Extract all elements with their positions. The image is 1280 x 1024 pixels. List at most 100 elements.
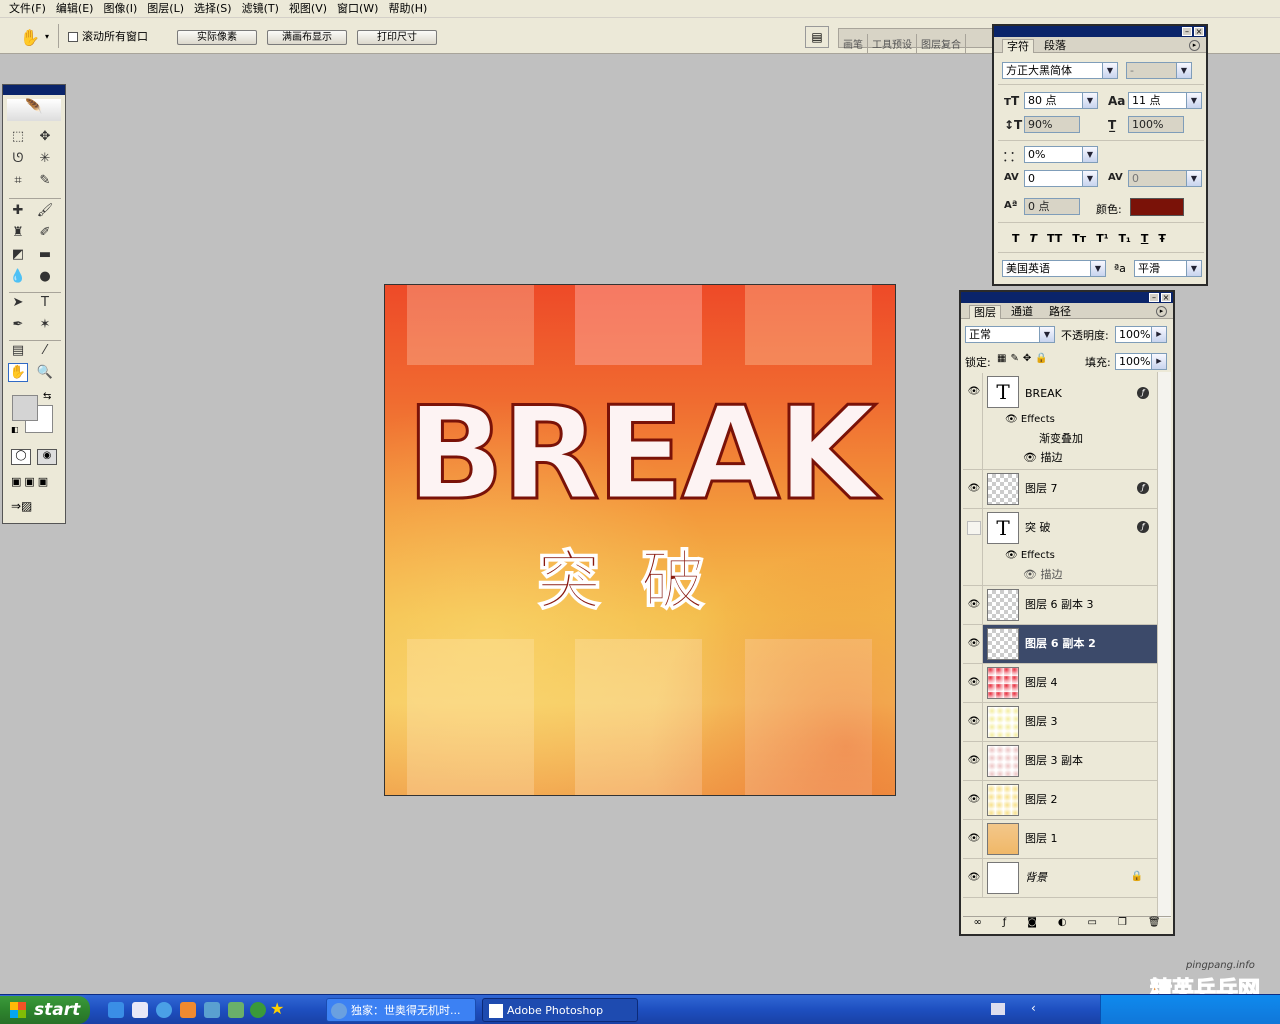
menu-view[interactable]: 视图(V) [284, 0, 332, 18]
eye-icon[interactable]: 👁 [1023, 451, 1037, 464]
panel-menu-icon[interactable]: ▸ [1156, 306, 1167, 317]
visibility-cell[interactable]: 👁 [963, 742, 983, 780]
superscript-button[interactable]: T¹ [1096, 232, 1108, 245]
layer-row-break[interactable]: 👁 T BREAK ƒ 👁 Effects 渐变叠加 👁 描边 [963, 373, 1157, 470]
chevron-down-icon[interactable]: ▼ [1186, 261, 1201, 276]
layer-row-layer3[interactable]: 👁 图层 3 [963, 703, 1157, 742]
menu-select[interactable]: 选择(S) [189, 0, 237, 18]
quicklaunch-ie-icon[interactable] [108, 1002, 124, 1018]
tab-layers[interactable]: 图层 [969, 305, 1001, 319]
pen-tool-icon[interactable]: ✒ [8, 315, 28, 334]
faux-italic-button[interactable]: T [1030, 232, 1038, 245]
kerning-input[interactable]: 0 ▼ [1024, 170, 1098, 187]
clone-stamp-tool-icon[interactable]: ♜ [8, 223, 28, 242]
visibility-cell[interactable]: 👁 [963, 625, 983, 663]
eyedropper-tool-icon[interactable]: ⁄ [35, 341, 55, 360]
lasso-tool-icon[interactable]: ᘎ [8, 149, 28, 168]
chevron-down-icon[interactable]: ▼ [1090, 261, 1105, 276]
print-size-button[interactable]: 打印尺寸 [357, 30, 437, 45]
layer-row-layer7[interactable]: 👁 图层 7 ƒ [963, 470, 1157, 509]
visibility-cell[interactable]: 👁 [963, 703, 983, 741]
foreground-color-swatch[interactable] [12, 395, 38, 421]
slice-tool-icon[interactable]: ✎ [35, 171, 55, 190]
move-tool-icon[interactable]: ✥ [35, 127, 55, 146]
strikethrough-button[interactable]: Ŧ [1158, 232, 1166, 245]
quicklaunch-save-icon[interactable] [204, 1002, 220, 1018]
menu-image[interactable]: 图像(I) [98, 0, 142, 18]
antialias-select[interactable]: 平滑 ▼ [1134, 260, 1202, 277]
fx-icon[interactable]: ƒ [1137, 521, 1149, 533]
fit-screen-button[interactable]: 满画布显示 [267, 30, 347, 45]
chevron-down-icon[interactable]: ▼ [1082, 93, 1097, 108]
chevron-down-icon[interactable]: ▼ [1039, 327, 1054, 342]
fx-icon[interactable]: ƒ [1137, 387, 1149, 399]
swap-colors-icon[interactable]: ⇆ [43, 391, 51, 402]
task-browser[interactable]: 独家：世奥得无机时... [326, 998, 476, 1022]
custom-shape-tool-icon[interactable]: ✶ [35, 315, 55, 334]
layer-row-6-copy2[interactable]: 👁 图层 6 副本 2 [963, 625, 1157, 664]
language-select[interactable]: 美国英语 ▼ [1002, 260, 1106, 277]
visibility-cell[interactable]: 👁 [963, 373, 983, 469]
layer-row-layer4[interactable]: 👁 图层 4 [963, 664, 1157, 703]
blend-mode-select[interactable]: 正常 ▼ [965, 326, 1055, 343]
eye-icon[interactable]: 👁 [967, 385, 981, 399]
well-tab-layer-comps[interactable]: 图层复合 [917, 34, 966, 53]
eye-icon[interactable]: 👁 [967, 793, 981, 807]
menu-edit[interactable]: 编辑(E) [51, 0, 99, 18]
layer-row-6-copy3[interactable]: 👁 图层 6 副本 3 [963, 586, 1157, 625]
lock-options-icons[interactable]: ▦✎✥🔒 [997, 353, 1052, 364]
close-icon[interactable]: × [1161, 293, 1171, 302]
visibility-cell[interactable]: 👁 [963, 664, 983, 702]
faux-bold-button[interactable]: T [1012, 232, 1020, 245]
document-canvas[interactable]: BREAK 突破 [384, 284, 896, 796]
eye-icon[interactable]: 👁 [967, 482, 981, 496]
marquee-tool-icon[interactable]: ⬚ [8, 127, 28, 146]
character-panel-titlebar[interactable]: – × [994, 26, 1206, 37]
visibility-cell[interactable]: 👁 [963, 859, 983, 897]
brush-tool-icon[interactable]: 🖌 [35, 201, 55, 220]
gradient-tool-icon[interactable]: ▬ [35, 245, 55, 264]
panel-menu-icon[interactable]: ▸ [1189, 40, 1200, 51]
palette-well-icon[interactable]: ▤ [805, 26, 829, 48]
path-select-tool-icon[interactable]: ➤ [8, 293, 28, 312]
hand-icon[interactable]: ✋ [20, 28, 40, 47]
quicklaunch-camera-icon[interactable] [180, 1002, 196, 1018]
effect-stroke[interactable]: 👁 描边 [1023, 568, 1062, 582]
visibility-cell[interactable] [963, 509, 983, 585]
effect-gradient-overlay[interactable]: 渐变叠加 [1039, 432, 1083, 446]
close-icon[interactable]: × [1194, 27, 1204, 36]
menu-file[interactable]: 文件(F) [4, 0, 51, 18]
eye-icon[interactable]: 👁 [967, 598, 981, 612]
effect-stroke[interactable]: 👁 描边 [1023, 451, 1062, 465]
toolbox-titlebar[interactable] [3, 85, 65, 95]
notes-tool-icon[interactable]: ▤ [8, 341, 28, 360]
dodge-tool-icon[interactable]: ● [35, 267, 55, 286]
vertical-scale-input[interactable]: 90% [1024, 116, 1080, 133]
chevron-down-icon[interactable]: ▼ [1176, 63, 1191, 78]
well-tab-tool-presets[interactable]: 工具预设 [868, 34, 917, 53]
hidden-eye-box[interactable] [967, 521, 981, 535]
font-size-input[interactable]: 80 点 ▼ [1024, 92, 1098, 109]
fill-input[interactable]: 100% ▶ [1115, 353, 1167, 370]
tab-character[interactable]: 字符 [1002, 39, 1034, 53]
start-button[interactable]: start [0, 996, 90, 1024]
quicklaunch-star-icon[interactable]: ★ [270, 999, 284, 1018]
jump-to-imageready-icon[interactable]: ⇒▨ [11, 499, 32, 513]
visibility-cell[interactable]: 👁 [963, 820, 983, 858]
visibility-cell[interactable]: 👁 [963, 470, 983, 508]
layer-row-layer1[interactable]: 👁 图层 1 [963, 820, 1157, 859]
actual-pixels-button[interactable]: 实际像素 [177, 30, 257, 45]
quick-mask-icon[interactable]: ◉ [37, 449, 57, 465]
default-colors-icon[interactable]: ◧ [11, 425, 19, 434]
quicklaunch-green-icon[interactable] [228, 1002, 244, 1018]
hand-tool-icon[interactable]: ✋ [8, 363, 28, 382]
healing-brush-tool-icon[interactable]: ✚ [8, 201, 28, 220]
add-mask-icon[interactable]: ◙ [1027, 917, 1037, 932]
opacity-input[interactable]: 100% ▶ [1115, 326, 1167, 343]
subscript-button[interactable]: T₁ [1119, 232, 1131, 245]
eraser-tool-icon[interactable]: ◩ [8, 245, 28, 264]
visibility-cell[interactable]: 👁 [963, 781, 983, 819]
minimize-icon[interactable]: – [1182, 27, 1192, 36]
eye-icon[interactable]: 👁 [1023, 568, 1037, 581]
chevron-right-icon[interactable]: ▶ [1151, 354, 1166, 369]
